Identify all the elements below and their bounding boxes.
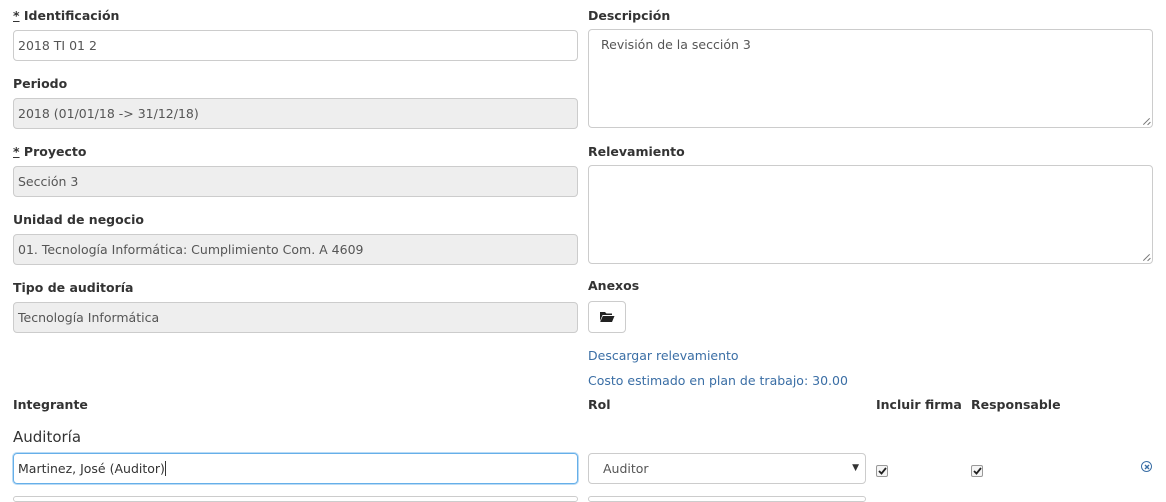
descargar-relevamiento-link[interactable]: Descargar relevamiento bbox=[588, 348, 739, 363]
costo-estimado-text: Costo estimado en plan de trabajo: 30.00 bbox=[588, 373, 848, 388]
checkmark-icon bbox=[972, 467, 982, 475]
incluir-firma-header: Incluir firma bbox=[876, 397, 962, 412]
unidad-input[interactable]: 01. Tecnología Informática: Cumplimiento… bbox=[13, 234, 578, 265]
identificacion-label: * Identificación bbox=[13, 8, 120, 23]
periodo-label: Periodo bbox=[13, 76, 68, 91]
auditoria-section-title: Auditoría bbox=[13, 428, 82, 446]
anexos-button[interactable] bbox=[588, 301, 626, 333]
tipo-input[interactable]: Tecnología Informática bbox=[13, 302, 578, 333]
tipo-label: Tipo de auditoría bbox=[13, 280, 134, 295]
rol-header: Rol bbox=[588, 397, 611, 412]
descripcion-textarea[interactable]: Revisión de la sección 3 bbox=[588, 29, 1153, 128]
folder-open-icon bbox=[600, 312, 615, 322]
checkmark-icon bbox=[877, 467, 887, 475]
relevamiento-label: Relevamiento bbox=[588, 144, 685, 159]
relevamiento-textarea[interactable] bbox=[588, 165, 1153, 264]
resize-grip-icon[interactable] bbox=[1143, 254, 1150, 261]
incluir-firma-checkbox[interactable] bbox=[876, 465, 888, 477]
rol-select[interactable]: Auditor ▼ bbox=[588, 453, 866, 484]
next-row-input[interactable] bbox=[13, 496, 578, 502]
identificacion-input[interactable]: 2018 TI 01 2 bbox=[13, 30, 578, 61]
descripcion-label: Descripción bbox=[588, 8, 671, 23]
integrante-input[interactable]: Martinez, José (Auditor) bbox=[13, 453, 578, 484]
periodo-input[interactable]: 2018 (01/01/18 -> 31/12/18) bbox=[13, 98, 578, 129]
responsable-header: Responsable bbox=[971, 397, 1061, 412]
chevron-down-icon: ▼ bbox=[852, 463, 859, 473]
resize-grip-icon[interactable] bbox=[1143, 118, 1150, 125]
proyecto-input[interactable]: Sección 3 bbox=[13, 166, 578, 197]
next-row-select[interactable] bbox=[588, 496, 866, 502]
proyecto-label: * Proyecto bbox=[13, 144, 87, 159]
anexos-label: Anexos bbox=[588, 278, 640, 293]
remove-circle-icon[interactable] bbox=[1141, 461, 1152, 472]
integrante-header: Integrante bbox=[13, 397, 88, 412]
responsable-checkbox[interactable] bbox=[971, 465, 983, 477]
unidad-label: Unidad de negocio bbox=[13, 212, 144, 227]
